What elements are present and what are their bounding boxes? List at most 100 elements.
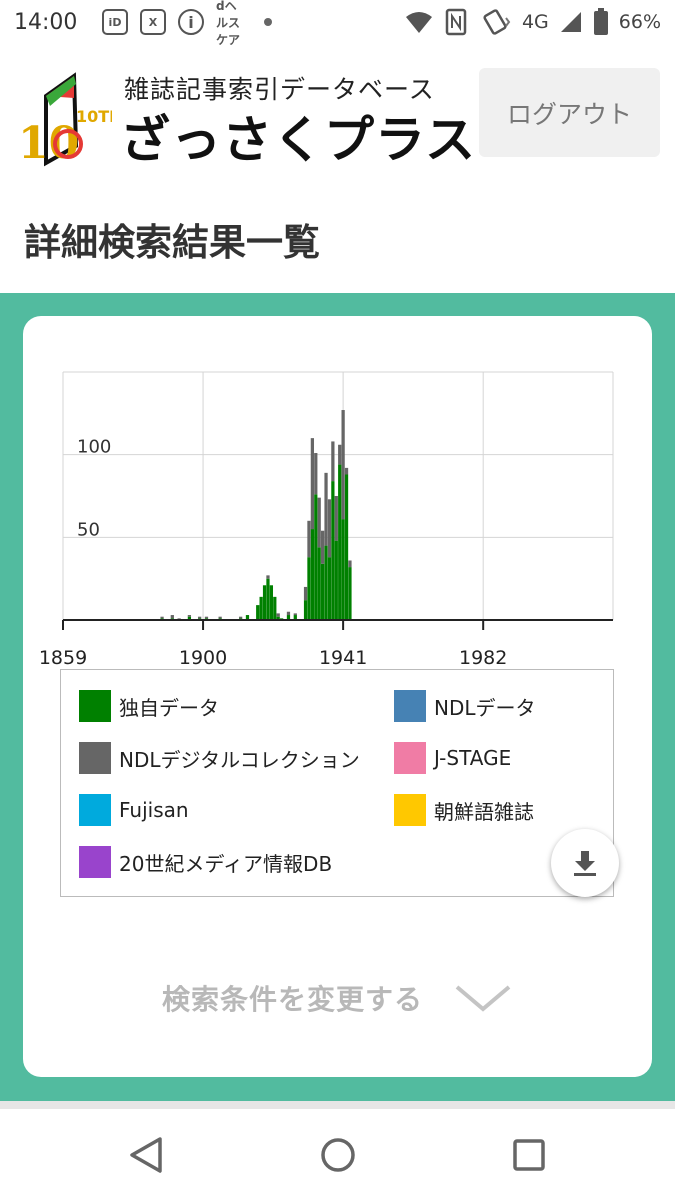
- chart-bar: [204, 616, 209, 619]
- chart-bar: [198, 616, 202, 619]
- chart-bar: [321, 530, 325, 564]
- chart-grid: 50 100: [62, 371, 614, 620]
- chart-bar: [344, 474, 349, 620]
- y-tick-label: 50: [77, 519, 100, 540]
- legend-label: 独自データ: [119, 695, 219, 720]
- logo-10th-icon[interactable]: 10 10TH: [16, 68, 112, 168]
- nav-home-button[interactable]: [314, 1131, 362, 1179]
- chart-bar: [307, 557, 311, 620]
- results-panel: 50 100 1859 1900 1941 1982 独自データ NDLデータ NDLデ…: [0, 293, 675, 1101]
- chart-bar: [341, 410, 345, 520]
- chart-bar: [218, 616, 222, 619]
- logo-title[interactable]: ざっさくプラス: [120, 100, 476, 172]
- chart-bar: [307, 520, 311, 558]
- nav-recents-button[interactable]: [505, 1131, 553, 1179]
- svg-text:10TH: 10TH: [76, 107, 112, 126]
- legend-item[interactable]: NDLデータ: [394, 690, 536, 722]
- chart-bar: [266, 575, 270, 579]
- svg-text:10: 10: [18, 118, 79, 168]
- docomo-id-icon: iD: [102, 9, 128, 35]
- chart-bar: [262, 585, 267, 620]
- chart-bar: [269, 585, 274, 620]
- chart-bar: [338, 444, 342, 465]
- legend-item[interactable]: 20世紀メディア情報DB: [79, 846, 332, 878]
- chart-axis: 1859 1900 1941 1982: [39, 619, 613, 666]
- status-right-icons: 4G 66%: [404, 8, 661, 36]
- chart-bar: [273, 596, 277, 620]
- legend-swatch: [394, 690, 426, 722]
- x-tick-label: 1859: [39, 647, 87, 666]
- chart-bar: [334, 496, 338, 541]
- d-healthcare-icon: dヘルスケア: [216, 0, 241, 47]
- chart-bar: [303, 600, 308, 620]
- chart-bar: [310, 529, 315, 620]
- status-left-icons: iD X i dヘルスケア: [102, 0, 272, 47]
- logout-button[interactable]: ログアウト: [479, 68, 660, 157]
- chart-bar: [334, 540, 338, 620]
- chart-bar: [259, 596, 263, 620]
- home-circle-icon: [321, 1138, 355, 1172]
- legend-label: 朝鮮語雑誌: [434, 799, 534, 824]
- chart-bar: [303, 586, 308, 601]
- legend-item[interactable]: Fujisan: [79, 794, 189, 826]
- year-histogram-chart: 50 100 1859 1900 1941 1982: [39, 371, 614, 666]
- signal-icon: [560, 12, 581, 32]
- chart-bar: [348, 560, 352, 568]
- chart-bar: [256, 605, 260, 620]
- legend-item[interactable]: J-STAGE: [394, 742, 511, 774]
- nav-back-button[interactable]: [122, 1131, 170, 1179]
- legend-item[interactable]: NDLデジタルコレクション: [79, 742, 360, 774]
- vibrate-icon: [483, 9, 511, 35]
- change-conditions-label: 検索条件を変更する: [161, 983, 423, 1016]
- chart-bar: [327, 499, 332, 558]
- notification-dot-icon: [264, 18, 272, 26]
- chart-bar: [266, 578, 270, 620]
- chart-bar: [338, 464, 342, 620]
- chart-bar: [324, 545, 328, 620]
- legend-swatch: [394, 742, 426, 774]
- download-icon: [574, 851, 596, 876]
- chart-bar: [344, 467, 349, 475]
- legend-item[interactable]: 独自データ: [79, 690, 219, 722]
- chart-bars: [160, 410, 352, 620]
- legend-swatch: [394, 794, 426, 826]
- legend-swatch: [79, 846, 111, 878]
- download-button[interactable]: [551, 829, 619, 897]
- chart-bar: [321, 563, 325, 620]
- chart-bar: [276, 613, 280, 617]
- legend-label: Fujisan: [119, 798, 189, 822]
- app-header: 10 10TH 雑誌記事索引データベース ざっさくプラス ログアウト: [0, 48, 675, 178]
- chart-bar: [314, 494, 318, 620]
- y-tick-label: 100: [77, 437, 111, 458]
- wifi-icon: [405, 12, 432, 33]
- chart-bar: [314, 453, 318, 495]
- legend-swatch: [79, 742, 111, 774]
- status-time: 14:00: [14, 10, 78, 35]
- chart-bar: [160, 616, 164, 619]
- app-x-icon: X: [140, 9, 166, 35]
- chart-bar: [341, 519, 345, 620]
- chart-bar: [310, 438, 315, 530]
- legend-swatch: [79, 690, 111, 722]
- chart-bar: [324, 472, 328, 546]
- x-tick-label: 1982: [459, 647, 507, 666]
- page-title: 詳細検索結果一覧: [24, 221, 320, 264]
- info-icon: i: [178, 9, 204, 35]
- chart-bar: [170, 615, 174, 619]
- chart-bar: [187, 615, 192, 617]
- x-tick-label: 1900: [179, 647, 227, 666]
- change-conditions-toggle[interactable]: 検索条件を変更する: [23, 978, 652, 1018]
- network-type: 4G: [521, 11, 549, 33]
- nav-separator: [0, 1101, 675, 1109]
- chart-bar: [348, 567, 352, 620]
- legend-label: J-STAGE: [434, 746, 512, 770]
- recents-square-icon: [513, 1139, 545, 1171]
- legend-item[interactable]: 朝鮮語雑誌: [394, 794, 534, 826]
- battery-icon: [593, 8, 608, 35]
- chart-bar: [327, 557, 332, 620]
- legend-label: 20世紀メディア情報DB: [119, 851, 333, 876]
- legend-label: NDLデジタルコレクション: [119, 747, 360, 772]
- chart-card: 50 100 1859 1900 1941 1982 独自データ NDLデータ NDLデ…: [23, 316, 652, 1077]
- x-tick-label: 1941: [319, 647, 367, 666]
- system-nav-bar: [0, 1109, 675, 1200]
